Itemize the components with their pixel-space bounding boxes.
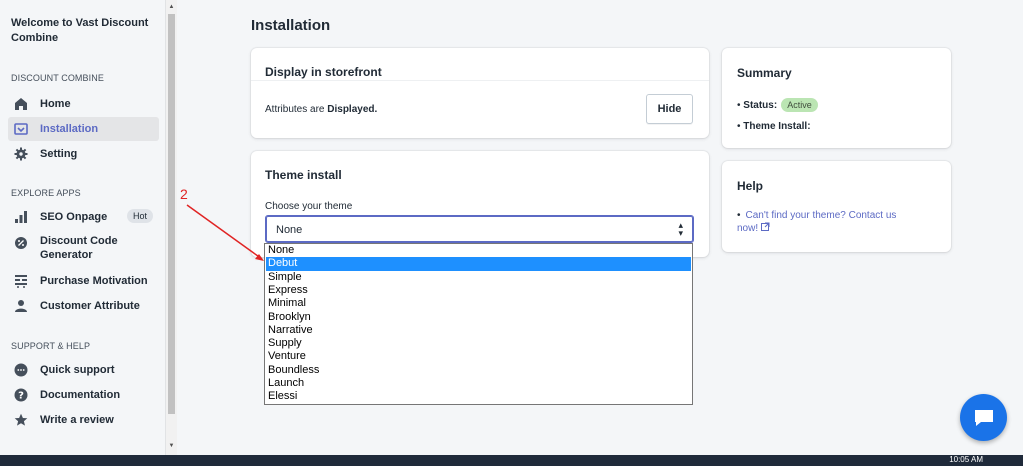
os-taskbar: 10:05 AM [0,455,1023,466]
chat-icon [974,409,993,426]
chat-widget-button[interactable] [960,394,1007,441]
taskbar-clock: 10:05 AM [949,455,983,464]
annotation-arrow-icon [186,204,264,261]
